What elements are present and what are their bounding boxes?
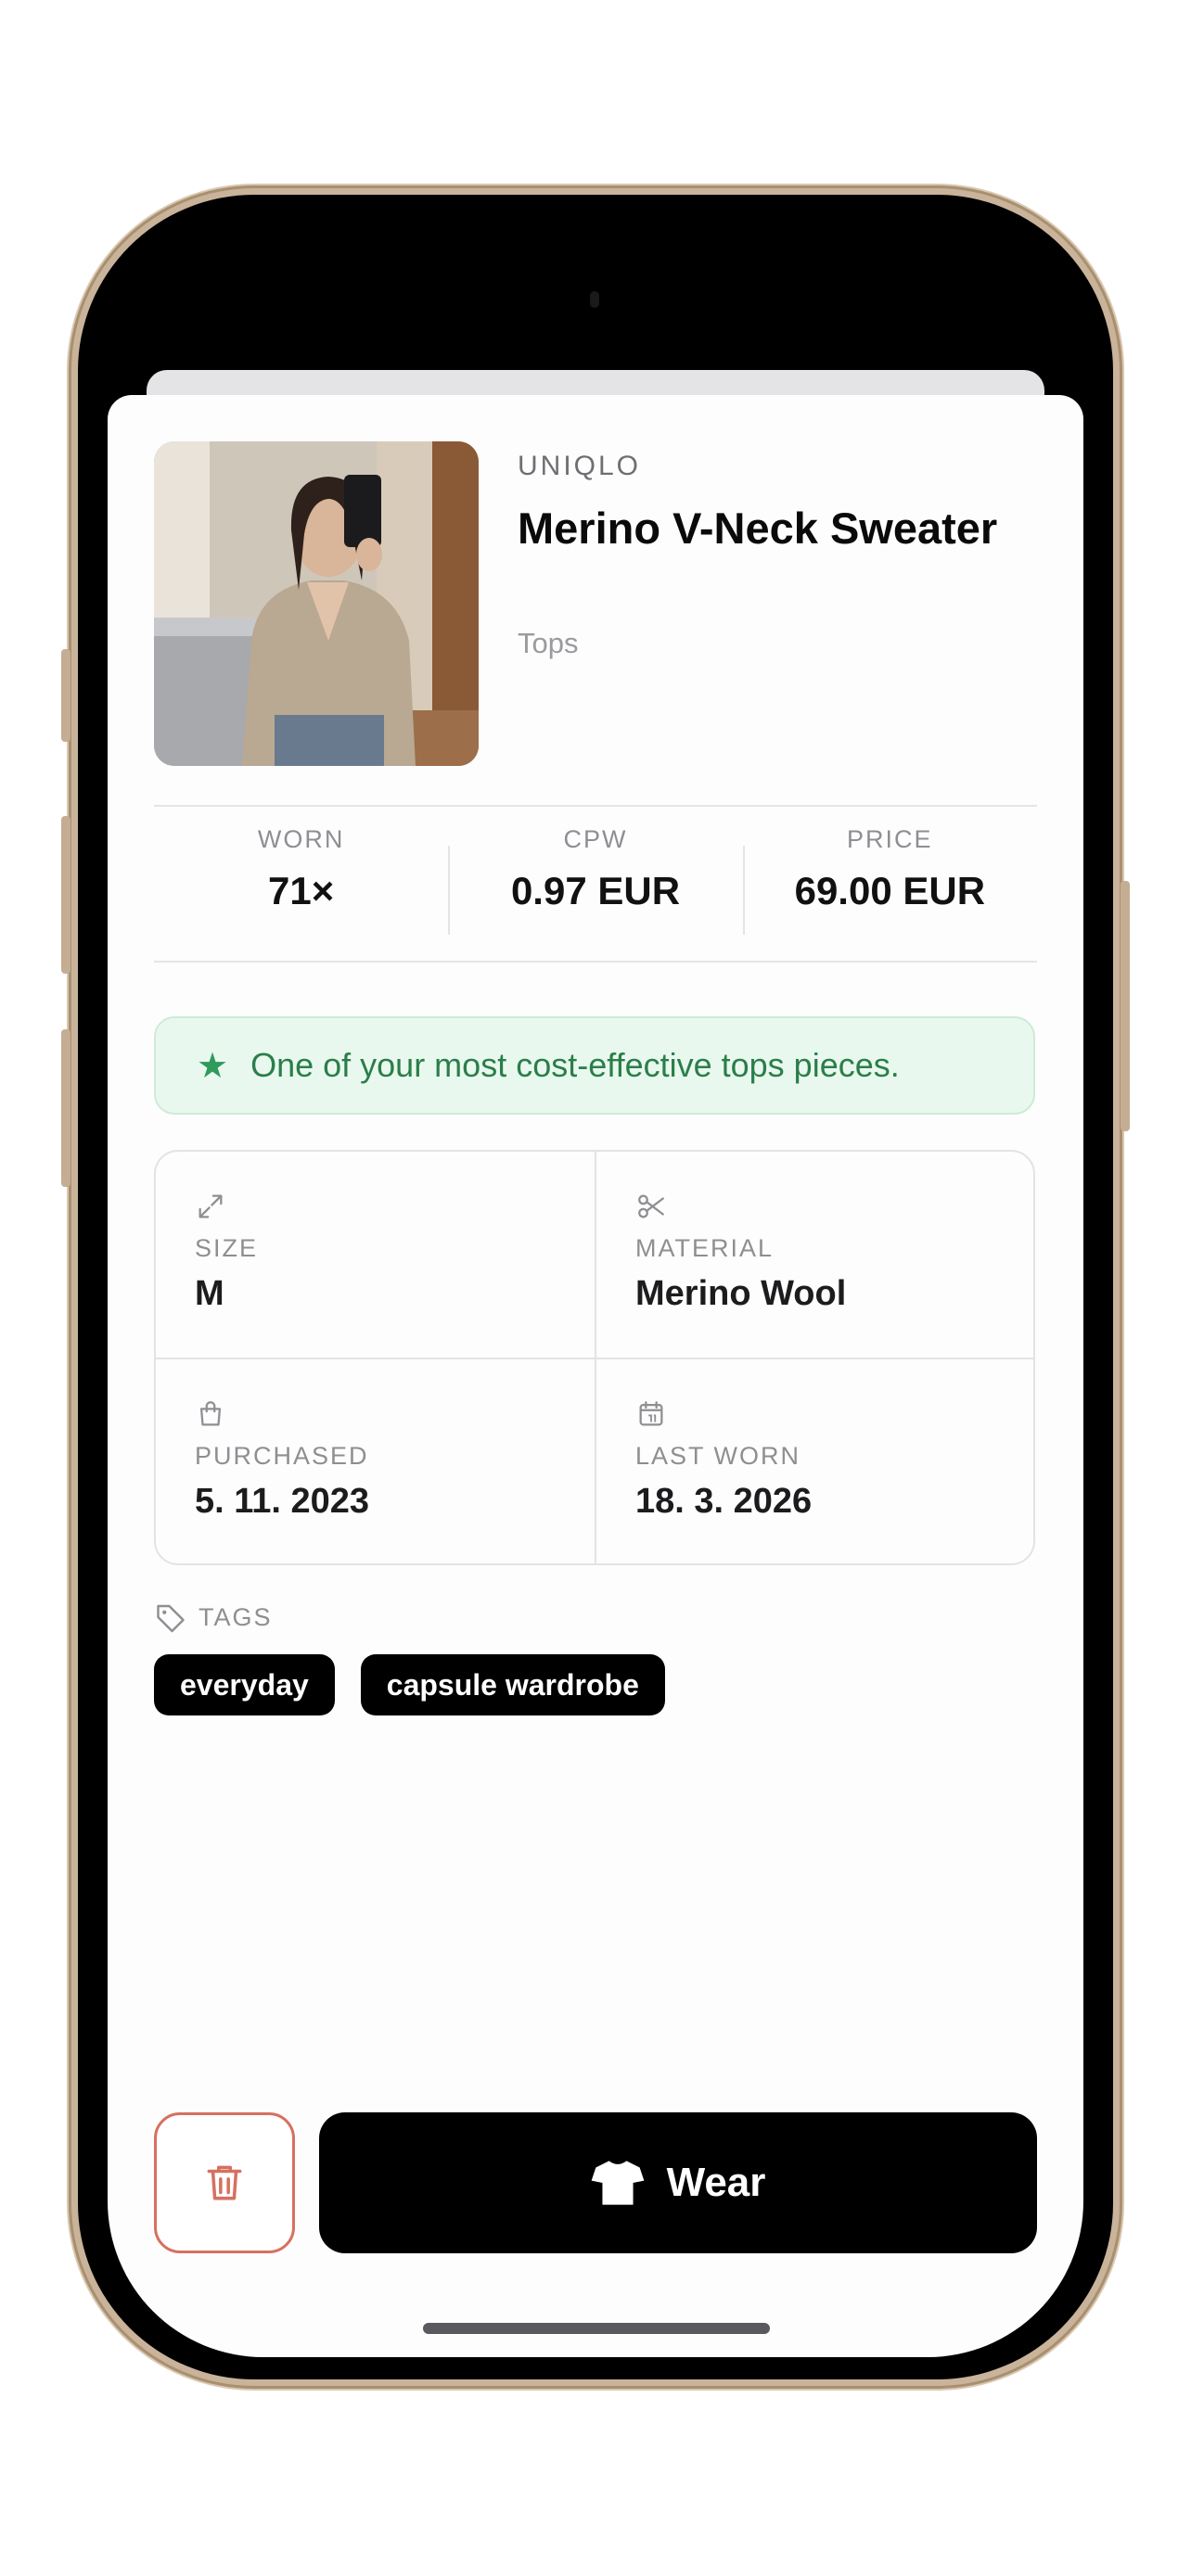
tshirt-icon bbox=[591, 2161, 644, 2205]
item-title: Merino V-Neck Sweater bbox=[518, 504, 998, 553]
tag-list: everyday capsule wardrobe bbox=[154, 1654, 665, 1715]
calendar-icon bbox=[639, 1401, 663, 1426]
stat-label: PRICE bbox=[847, 825, 933, 853]
power-button bbox=[1121, 881, 1130, 1131]
item-detail-sheet: UNIQLO Merino V-Neck Sweater Tops WORN 7… bbox=[108, 395, 1083, 2357]
delete-button[interactable] bbox=[154, 2112, 295, 2253]
phone-screen: UNIQLO Merino V-Neck Sweater Tops WORN 7… bbox=[108, 210, 1083, 2357]
tags-header: TAGS bbox=[154, 1600, 273, 1634]
home-indicator[interactable] bbox=[423, 2323, 770, 2334]
wear-button[interactable]: Wear bbox=[319, 2112, 1037, 2253]
detail-value: M bbox=[195, 1274, 224, 1313]
stat-label: WORN bbox=[257, 825, 345, 853]
tag-chip[interactable]: capsule wardrobe bbox=[360, 1654, 665, 1715]
stat-cpw: CPW 0.97 EUR bbox=[448, 807, 742, 959]
tags-heading: TAGS bbox=[198, 1602, 273, 1631]
wear-label: Wear bbox=[666, 2160, 766, 2205]
detail-label: LAST WORN bbox=[635, 1442, 801, 1470]
scissors-icon bbox=[638, 1194, 664, 1218]
detail-label: PURCHASED bbox=[195, 1442, 369, 1470]
insight-banner: ★ One of your most cost-effective tops p… bbox=[154, 1016, 1035, 1115]
front-camera-dot bbox=[590, 291, 599, 308]
star-icon: ★ bbox=[197, 1046, 229, 1086]
detail-value: 5. 11. 2023 bbox=[195, 1482, 370, 1521]
detail-value: Merino Wool bbox=[635, 1274, 847, 1313]
shopping-bag-icon bbox=[199, 1401, 222, 1426]
trash-icon bbox=[207, 2165, 242, 2200]
detail-purchased: PURCHASED 5. 11. 2023 bbox=[156, 1358, 595, 1563]
brand-label: UNIQLO bbox=[518, 451, 642, 481]
stat-worn: WORN 71× bbox=[154, 807, 448, 959]
detail-label: MATERIAL bbox=[635, 1234, 775, 1262]
product-photo[interactable] bbox=[154, 441, 479, 766]
volume-up-button bbox=[61, 816, 70, 974]
stat-value: 0.97 EUR bbox=[510, 869, 681, 912]
details-grid: SIZE M MATERIAL Merino Wool PURCHASED 5. bbox=[154, 1150, 1035, 1565]
insight-text: One of your most cost-effective tops pie… bbox=[250, 1046, 900, 1084]
tag-icon bbox=[157, 1604, 185, 1633]
resize-arrows-icon bbox=[198, 1194, 223, 1218]
tag-chip[interactable]: everyday bbox=[154, 1654, 335, 1715]
detail-label: SIZE bbox=[195, 1234, 259, 1262]
detail-size: SIZE M bbox=[156, 1152, 595, 1358]
volume-down-button bbox=[61, 1029, 70, 1187]
stat-label: CPW bbox=[563, 825, 628, 853]
divider-bottom bbox=[154, 961, 1037, 963]
stat-value: 71× bbox=[268, 869, 335, 912]
detail-last-worn: LAST WORN 18. 3. 2026 bbox=[595, 1358, 1033, 1563]
stat-price: PRICE 69.00 EUR bbox=[742, 807, 1037, 959]
category-label: Tops bbox=[518, 627, 579, 659]
person-wearing-sweater-image bbox=[154, 441, 479, 766]
stat-value: 69.00 EUR bbox=[794, 869, 986, 912]
detail-material: MATERIAL Merino Wool bbox=[595, 1152, 1033, 1358]
action-button bbox=[61, 649, 70, 742]
stats-row: WORN 71× CPW 0.97 EUR PRICE 69.00 EUR bbox=[154, 807, 1037, 959]
detail-value: 18. 3. 2026 bbox=[635, 1482, 813, 1521]
